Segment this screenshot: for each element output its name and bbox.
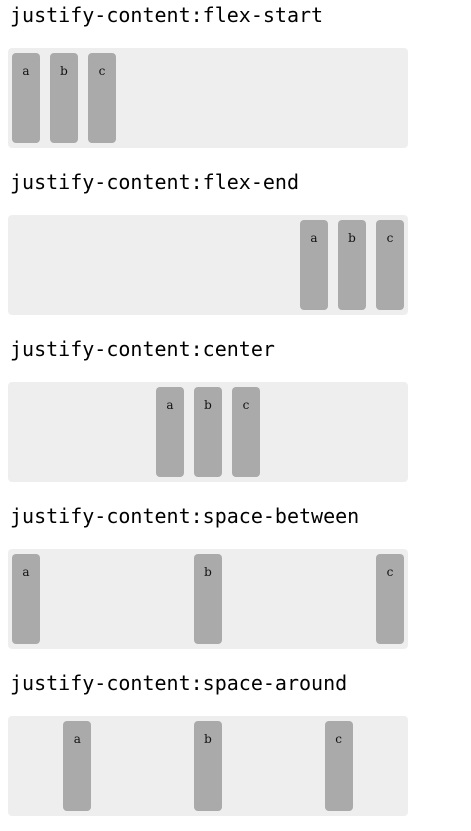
flex-container: a b c (8, 549, 408, 649)
demo-title: justify-content:space-between (10, 504, 360, 528)
flex-item-b: b (338, 220, 366, 310)
flex-item-c: c (324, 721, 353, 811)
demo-title: justify-content:space-around (10, 671, 348, 695)
flex-container: a b c (8, 48, 408, 148)
flex-item-b: b (194, 387, 222, 477)
flex-container: a b c (8, 716, 408, 816)
flex-item-b: b (50, 53, 78, 143)
flex-item-c: c (376, 554, 404, 644)
flex-item-b: b (193, 721, 222, 811)
flex-container: a b c (8, 382, 408, 482)
flexbox-demo-page: { "demos": [ { "title": "justify-content… (0, 0, 471, 831)
flex-item-a: a (300, 220, 328, 310)
flex-item-c: c (376, 220, 404, 310)
demo-title: justify-content:flex-start (10, 3, 324, 27)
flex-item-b: b (194, 554, 222, 644)
flex-item-a: a (12, 53, 40, 143)
flex-item-a: a (12, 554, 40, 644)
flex-container: a b c (8, 215, 408, 315)
demo-title: justify-content:center (10, 337, 275, 361)
flex-item-a: a (63, 721, 92, 811)
flex-item-a: a (156, 387, 184, 477)
demo-title: justify-content:flex-end (10, 170, 299, 194)
flex-item-c: c (232, 387, 260, 477)
flex-item-c: c (88, 53, 116, 143)
